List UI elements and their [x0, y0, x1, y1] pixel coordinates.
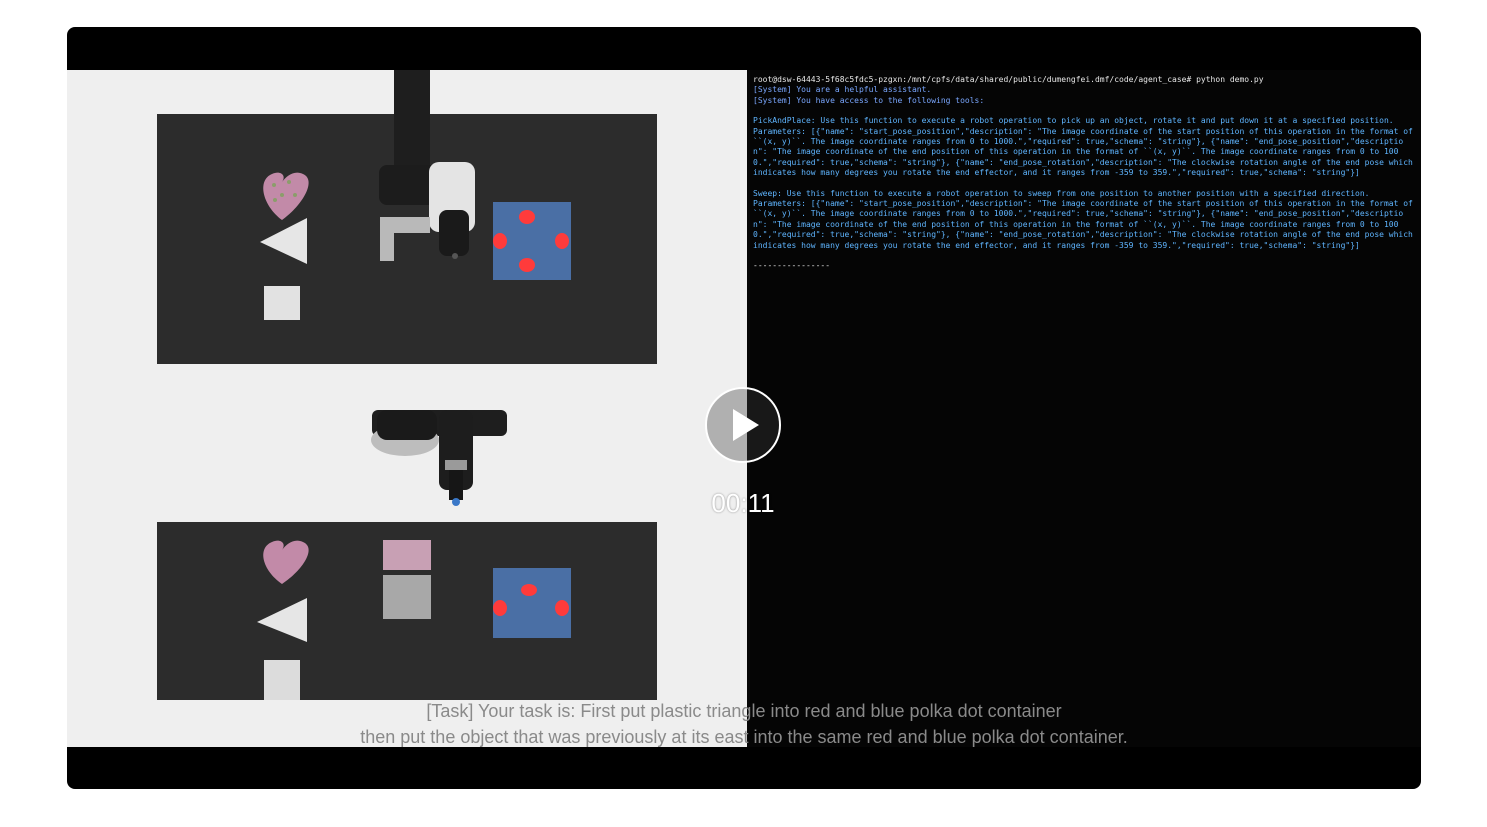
video-player[interactable]: root@dsw-64443-5f68c5fdc5-pzgxn:/mnt/cpf…	[67, 27, 1421, 789]
simulation-view	[67, 70, 747, 747]
terminal-line: PickAndPlace: Use this function to execu…	[753, 116, 1394, 126]
play-icon	[733, 409, 759, 441]
subtitle-line-1: [Task] Your task is: First put plastic t…	[426, 701, 1062, 721]
terminal-line: ----------------	[753, 261, 831, 271]
heart-object-top	[263, 172, 309, 220]
terminal-output: root@dsw-64443-5f68c5fdc5-pzgxn:/mnt/cpf…	[747, 70, 1421, 747]
robot-arm-bottom	[371, 410, 507, 506]
terminal-line: [System] You have access to the followin…	[753, 95, 985, 105]
terminal-line: Parameters: [{"name": "start_pose_positi…	[753, 126, 1418, 178]
heart-object-bottom	[263, 540, 309, 584]
polka-container-bottom	[493, 568, 571, 638]
scene-objects	[257, 70, 571, 700]
triangle-object-bottom	[257, 598, 307, 642]
cube-object-bottom	[264, 660, 300, 700]
terminal-line: Sweep: Use this function to execute a ro…	[753, 188, 1370, 198]
terminal-line: [System] You are a helpful assistant.	[753, 85, 932, 95]
terminal-line: Parameters: [{"name": "start_pose_positi…	[753, 199, 1418, 250]
terminal-line: root@dsw-64443-5f68c5fdc5-pzgxn:/mnt/cpf…	[753, 75, 1264, 84]
video-frame: root@dsw-64443-5f68c5fdc5-pzgxn:/mnt/cpf…	[67, 70, 1421, 747]
polka-container-top	[493, 202, 571, 280]
video-timestamp: 00:11	[711, 488, 775, 518]
subtitle-line-2: then put the object that was previously …	[360, 727, 1128, 747]
play-button[interactable]	[705, 387, 781, 463]
l-block-object-top	[380, 217, 430, 261]
cube-object-top	[264, 286, 300, 320]
flower-object-bottom	[383, 540, 431, 619]
triangle-object-top	[260, 218, 307, 264]
